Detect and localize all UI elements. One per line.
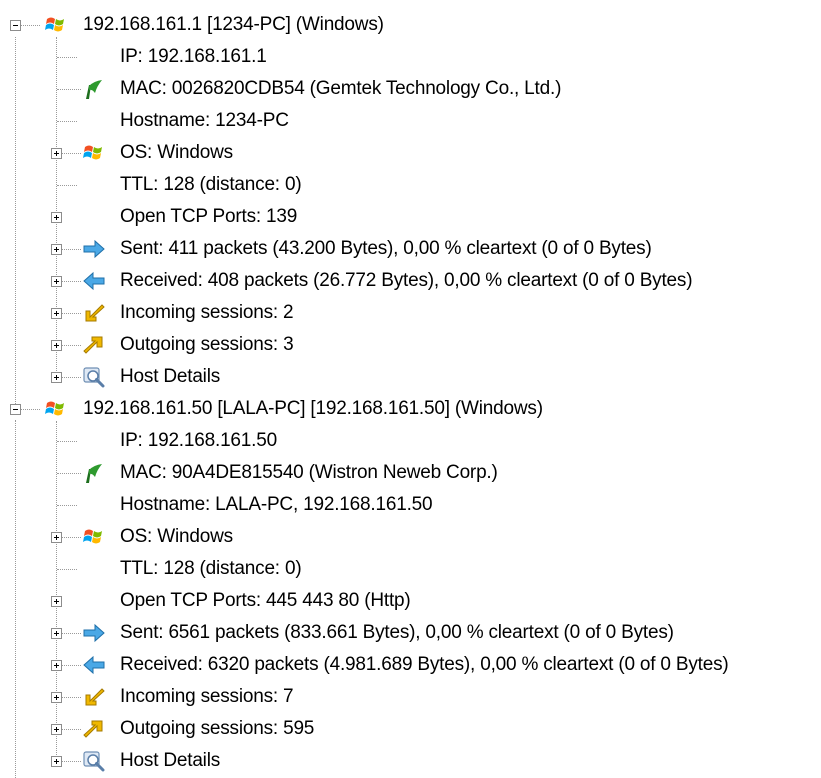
windows-flag-icon bbox=[44, 13, 68, 37]
tree-item-received[interactable]: Received: 6320 packets (4.981.689 Bytes)… bbox=[0, 649, 821, 681]
host-tree[interactable]: 192.168.161.1 [1234-PC] (Windows) IP: 19… bbox=[0, 0, 821, 778]
host-title: 192.168.161.50 [LALA-PC] [192.168.161.50… bbox=[83, 398, 543, 419]
ttl-label: TTL: 128 (distance: 0) bbox=[120, 174, 302, 195]
expand-toggle[interactable] bbox=[51, 532, 62, 543]
green-check-flag-icon bbox=[82, 77, 106, 101]
tree-item-received[interactable]: Received: 408 packets (26.772 Bytes), 0,… bbox=[0, 265, 821, 297]
expand-toggle[interactable] bbox=[51, 628, 62, 639]
incoming-arrow-icon bbox=[82, 685, 106, 709]
tree-item-os[interactable]: OS: Windows bbox=[0, 137, 821, 169]
green-check-flag-icon bbox=[82, 461, 106, 485]
expand-toggle[interactable] bbox=[51, 724, 62, 735]
host-node[interactable]: 192.168.161.1 [1234-PC] (Windows) bbox=[0, 9, 821, 41]
tree-item-open-ports[interactable]: Open TCP Ports: 139 bbox=[0, 201, 821, 233]
tree-item-incoming[interactable]: Incoming sessions: 2 bbox=[0, 297, 821, 329]
magnifier-icon bbox=[82, 365, 106, 389]
windows-flag-icon bbox=[82, 141, 106, 165]
host-details-label: Host Details bbox=[120, 366, 221, 387]
arrow-left-icon bbox=[82, 269, 106, 293]
magnifier-icon bbox=[82, 749, 106, 773]
tree-item-os[interactable]: OS: Windows bbox=[0, 521, 821, 553]
tree-item-ttl[interactable]: TTL: 128 (distance: 0) bbox=[0, 553, 821, 585]
received-label: Received: 6320 packets (4.981.689 Bytes)… bbox=[120, 654, 729, 675]
sent-label: Sent: 6561 packets (833.661 Bytes), 0,00… bbox=[120, 622, 674, 643]
tree-item-ttl[interactable]: TTL: 128 (distance: 0) bbox=[0, 169, 821, 201]
ip-label: IP: 192.168.161.50 bbox=[120, 430, 277, 451]
arrow-right-icon bbox=[82, 621, 106, 645]
expand-toggle[interactable] bbox=[51, 276, 62, 287]
tree-item-mac[interactable]: MAC: 0026820CDB54 (Gemtek Technology Co.… bbox=[0, 73, 821, 105]
expand-toggle[interactable] bbox=[51, 212, 62, 223]
incoming-label: Incoming sessions: 2 bbox=[120, 302, 294, 323]
host-details-label: Host Details bbox=[120, 750, 221, 771]
tree-item-ip[interactable]: IP: 192.168.161.50 bbox=[0, 425, 821, 457]
outgoing-label: Outgoing sessions: 595 bbox=[120, 718, 315, 739]
arrow-left-icon bbox=[82, 653, 106, 677]
hostname-label: Hostname: LALA-PC, 192.168.161.50 bbox=[120, 494, 433, 515]
tree-item-host-details[interactable]: Host Details bbox=[0, 745, 821, 777]
host-node[interactable]: 192.168.161.50 [LALA-PC] [192.168.161.50… bbox=[0, 393, 821, 425]
expand-toggle[interactable] bbox=[51, 660, 62, 671]
tree-item-host-details[interactable]: Host Details bbox=[0, 361, 821, 393]
open-ports-label: Open TCP Ports: 139 bbox=[120, 206, 298, 227]
tree-item-ip[interactable]: IP: 192.168.161.1 bbox=[0, 41, 821, 73]
outgoing-arrow-icon bbox=[82, 717, 106, 741]
mac-label: MAC: 90A4DE815540 (Wistron Neweb Corp.) bbox=[120, 462, 498, 483]
ttl-label: TTL: 128 (distance: 0) bbox=[120, 558, 302, 579]
arrow-right-icon bbox=[82, 237, 106, 261]
tree-item-open-ports[interactable]: Open TCP Ports: 445 443 80 (Http) bbox=[0, 585, 821, 617]
ip-label: IP: 192.168.161.1 bbox=[120, 46, 267, 67]
incoming-arrow-icon bbox=[82, 301, 106, 325]
windows-flag-icon bbox=[82, 525, 106, 549]
collapse-toggle[interactable] bbox=[10, 404, 21, 415]
sent-label: Sent: 411 packets (43.200 Bytes), 0,00 %… bbox=[120, 238, 652, 259]
open-ports-label: Open TCP Ports: 445 443 80 (Http) bbox=[120, 590, 411, 611]
expand-toggle[interactable] bbox=[51, 756, 62, 767]
tree-item-sent[interactable]: Sent: 6561 packets (833.661 Bytes), 0,00… bbox=[0, 617, 821, 649]
tree-item-hostname[interactable]: Hostname: LALA-PC, 192.168.161.50 bbox=[0, 489, 821, 521]
os-label: OS: Windows bbox=[120, 142, 233, 163]
outgoing-label: Outgoing sessions: 3 bbox=[120, 334, 294, 355]
collapse-toggle[interactable] bbox=[10, 20, 21, 31]
hostname-label: Hostname: 1234-PC bbox=[120, 110, 289, 131]
os-label: OS: Windows bbox=[120, 526, 233, 547]
outgoing-arrow-icon bbox=[82, 333, 106, 357]
tree-item-outgoing[interactable]: Outgoing sessions: 3 bbox=[0, 329, 821, 361]
host-title: 192.168.161.1 [1234-PC] (Windows) bbox=[83, 14, 384, 35]
windows-flag-icon bbox=[44, 397, 68, 421]
expand-toggle[interactable] bbox=[51, 372, 62, 383]
tree-item-mac[interactable]: MAC: 90A4DE815540 (Wistron Neweb Corp.) bbox=[0, 457, 821, 489]
expand-toggle[interactable] bbox=[51, 692, 62, 703]
incoming-label: Incoming sessions: 7 bbox=[120, 686, 294, 707]
expand-toggle[interactable] bbox=[51, 308, 62, 319]
expand-toggle[interactable] bbox=[51, 244, 62, 255]
tree-item-outgoing[interactable]: Outgoing sessions: 595 bbox=[0, 713, 821, 745]
received-label: Received: 408 packets (26.772 Bytes), 0,… bbox=[120, 270, 693, 291]
tree-item-hostname[interactable]: Hostname: 1234-PC bbox=[0, 105, 821, 137]
expand-toggle[interactable] bbox=[51, 340, 62, 351]
mac-label: MAC: 0026820CDB54 (Gemtek Technology Co.… bbox=[120, 78, 562, 99]
tree-item-incoming[interactable]: Incoming sessions: 7 bbox=[0, 681, 821, 713]
tree-item-sent[interactable]: Sent: 411 packets (43.200 Bytes), 0,00 %… bbox=[0, 233, 821, 265]
expand-toggle[interactable] bbox=[51, 596, 62, 607]
expand-toggle[interactable] bbox=[51, 148, 62, 159]
